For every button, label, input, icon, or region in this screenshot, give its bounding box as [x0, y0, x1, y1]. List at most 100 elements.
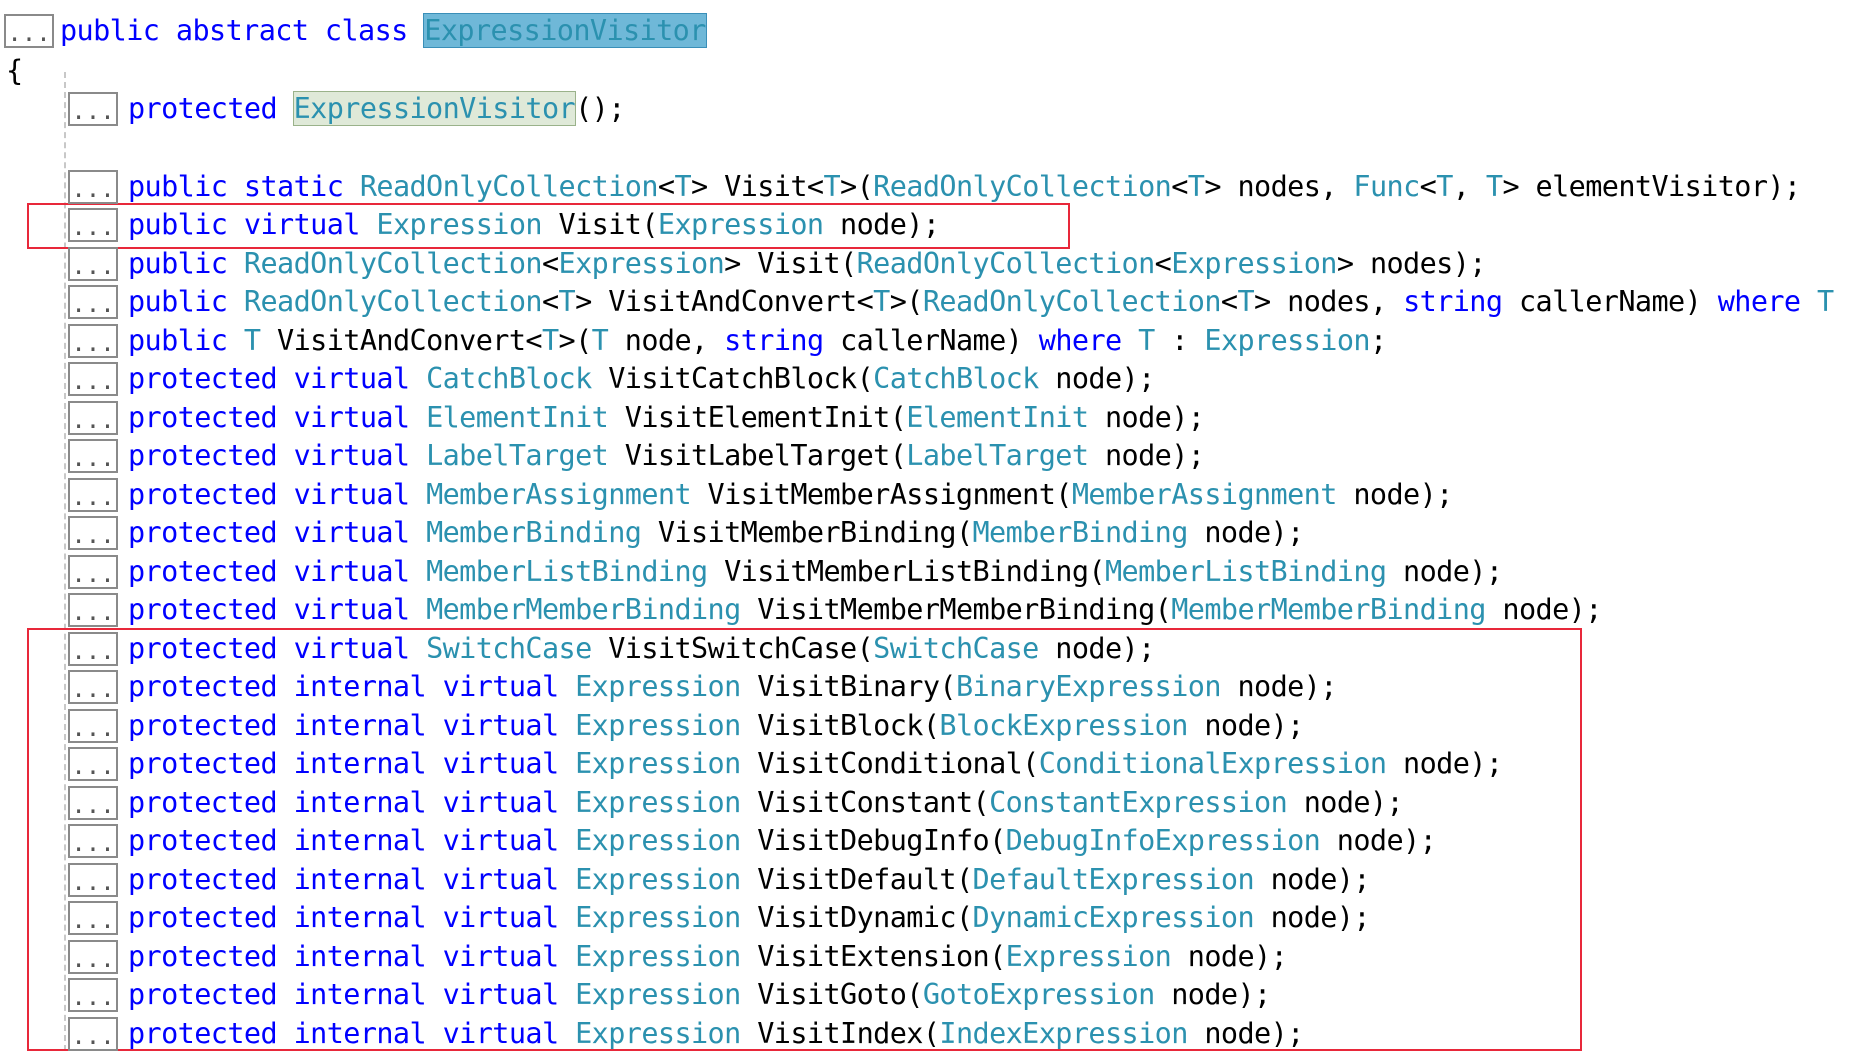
type-token: Expression	[657, 208, 824, 241]
collapse-ellipsis-button[interactable]: ...	[68, 324, 118, 358]
collapse-ellipsis-button[interactable]: ...	[68, 285, 118, 319]
code-token: VisitMemberListBinding(	[707, 555, 1105, 588]
code-token: <	[541, 247, 559, 280]
code-token: node);	[823, 208, 940, 241]
type-token: SwitchCase	[426, 632, 592, 665]
code-token: VisitDefault(	[740, 863, 973, 896]
collapse-ellipsis-button[interactable]: ...	[68, 632, 118, 666]
type-token: Expression	[575, 978, 741, 1011]
type-token: T	[1237, 285, 1255, 318]
code-text: public T VisitAndConvert<T>(T node, stri…	[128, 322, 1387, 360]
code-token: :	[1154, 324, 1205, 357]
type-token: MemberListBinding	[1104, 555, 1387, 588]
code-token: <	[541, 285, 559, 318]
type-token: T	[1485, 170, 1503, 203]
collapse-ellipsis-button[interactable]: ...	[68, 208, 118, 242]
type-token: Expression	[575, 747, 741, 780]
type-token: ReadOnlyCollection	[359, 170, 659, 203]
code-editor[interactable]: ... public abstract class ExpressionVisit…	[0, 0, 1868, 1051]
type-token: Expression	[575, 824, 741, 857]
code-token: <	[1171, 170, 1188, 203]
type-token: T	[873, 285, 890, 318]
type-token: ConditionalExpression	[1038, 747, 1387, 780]
code-token: VisitSwitchCase(	[591, 632, 874, 665]
keyword-token: protected virtual	[128, 439, 427, 472]
code-text: protected virtual MemberListBinding Visi…	[128, 553, 1503, 591]
type-token: T	[1138, 324, 1155, 357]
code-token: > Visit(	[724, 247, 857, 280]
code-token: <	[1220, 285, 1238, 318]
collapse-ellipsis-button[interactable]: ...	[68, 593, 118, 627]
type-token: IndexExpression	[939, 1017, 1188, 1050]
type-token: Expression	[558, 247, 725, 280]
collapse-ellipsis-button[interactable]: ...	[68, 478, 118, 512]
type-token: SwitchCase	[873, 632, 1039, 665]
collapse-ellipsis-button[interactable]: ...	[68, 362, 118, 396]
collapse-ellipsis-button[interactable]: ...	[68, 170, 118, 204]
collapse-ellipsis-button[interactable]: ...	[68, 709, 118, 743]
type-token: ExpressionVisitor	[423, 13, 707, 48]
code-token: VisitDebugInfo(	[740, 824, 1006, 857]
collapse-ellipsis-button[interactable]: ...	[68, 439, 118, 473]
type-token: ConstantExpression	[989, 786, 1288, 819]
code-text: protected virtual MemberMemberBinding Vi…	[128, 591, 1602, 629]
type-token: T	[1187, 170, 1205, 203]
collapse-ellipsis-button[interactable]: ...	[68, 747, 118, 781]
collapse-ellipsis-button[interactable]: ...	[68, 247, 118, 281]
collapse-ellipsis-button[interactable]: ...	[68, 555, 118, 589]
collapse-ellipsis-button[interactable]: ...	[68, 516, 118, 550]
keyword-token: protected internal virtual	[128, 1017, 576, 1050]
code-text: protected internal virtual Expression Vi…	[128, 976, 1271, 1014]
type-token: ExpressionVisitor	[292, 91, 577, 126]
code-token: node,	[608, 324, 725, 357]
code-token: VisitElementInit(	[608, 401, 907, 434]
code-token: {	[6, 54, 23, 87]
keyword-token: protected internal virtual	[128, 978, 576, 1011]
type-token: DefaultExpression	[972, 863, 1255, 896]
type-token: BinaryExpression	[955, 670, 1222, 703]
type-token: DynamicExpression	[972, 901, 1255, 934]
code-token: > VisitAndConvert<	[575, 285, 874, 318]
type-token: Expression	[1204, 324, 1370, 357]
code-token: VisitMemberBinding(	[641, 516, 973, 549]
type-token: T	[591, 324, 609, 357]
code-token: VisitBinary(	[740, 670, 956, 703]
collapse-ellipsis-button[interactable]: ...	[68, 863, 118, 897]
keyword-token: public	[128, 285, 244, 318]
collapse-ellipsis-button[interactable]: ...	[68, 978, 118, 1012]
keyword-token: public abstract class	[60, 14, 425, 47]
type-token: CatchBlock	[873, 362, 1039, 395]
collapse-ellipsis-button[interactable]: ...	[4, 14, 54, 48]
collapse-ellipsis-button[interactable]: ...	[68, 1017, 118, 1051]
keyword-token: public virtual	[128, 208, 377, 241]
keyword-token: where	[1717, 285, 1801, 318]
collapse-ellipsis-button[interactable]: ...	[68, 670, 118, 704]
type-token: MemberAssignment	[1071, 478, 1338, 511]
code-token: > nodes);	[1336, 247, 1487, 280]
keyword-token: protected internal virtual	[128, 709, 576, 742]
type-token: MemberAssignment	[426, 478, 692, 511]
type-token: DebugInfoExpression	[1005, 824, 1321, 857]
code-text: protected internal virtual Expression Vi…	[128, 861, 1371, 899]
collapse-ellipsis-button[interactable]: ...	[68, 786, 118, 820]
code-token: VisitMemberMemberBinding(	[740, 593, 1172, 626]
keyword-token: protected internal virtual	[128, 670, 576, 703]
type-token: ReadOnlyCollection	[922, 285, 1222, 318]
type-token: T	[823, 170, 841, 203]
type-token: LabelTarget	[906, 439, 1089, 472]
collapse-ellipsis-button[interactable]: ...	[68, 401, 118, 435]
collapse-ellipsis-button[interactable]: ...	[68, 92, 118, 126]
code-token: node);	[1320, 824, 1437, 857]
code-token: node);	[1386, 747, 1503, 780]
collapse-ellipsis-button[interactable]: ...	[68, 940, 118, 974]
code-token: > nodes,	[1204, 170, 1354, 203]
code-token: node);	[1038, 362, 1155, 395]
collapse-ellipsis-button[interactable]: ...	[68, 901, 118, 935]
code-token: node);	[1220, 670, 1337, 703]
type-token: T	[1436, 170, 1453, 203]
keyword-token: protected internal virtual	[128, 863, 576, 896]
keyword-token: public static	[128, 170, 360, 203]
code-text: protected virtual MemberBinding VisitMem…	[128, 514, 1304, 552]
collapse-ellipsis-button[interactable]: ...	[68, 824, 118, 858]
code-token: > Visit<	[691, 170, 824, 203]
